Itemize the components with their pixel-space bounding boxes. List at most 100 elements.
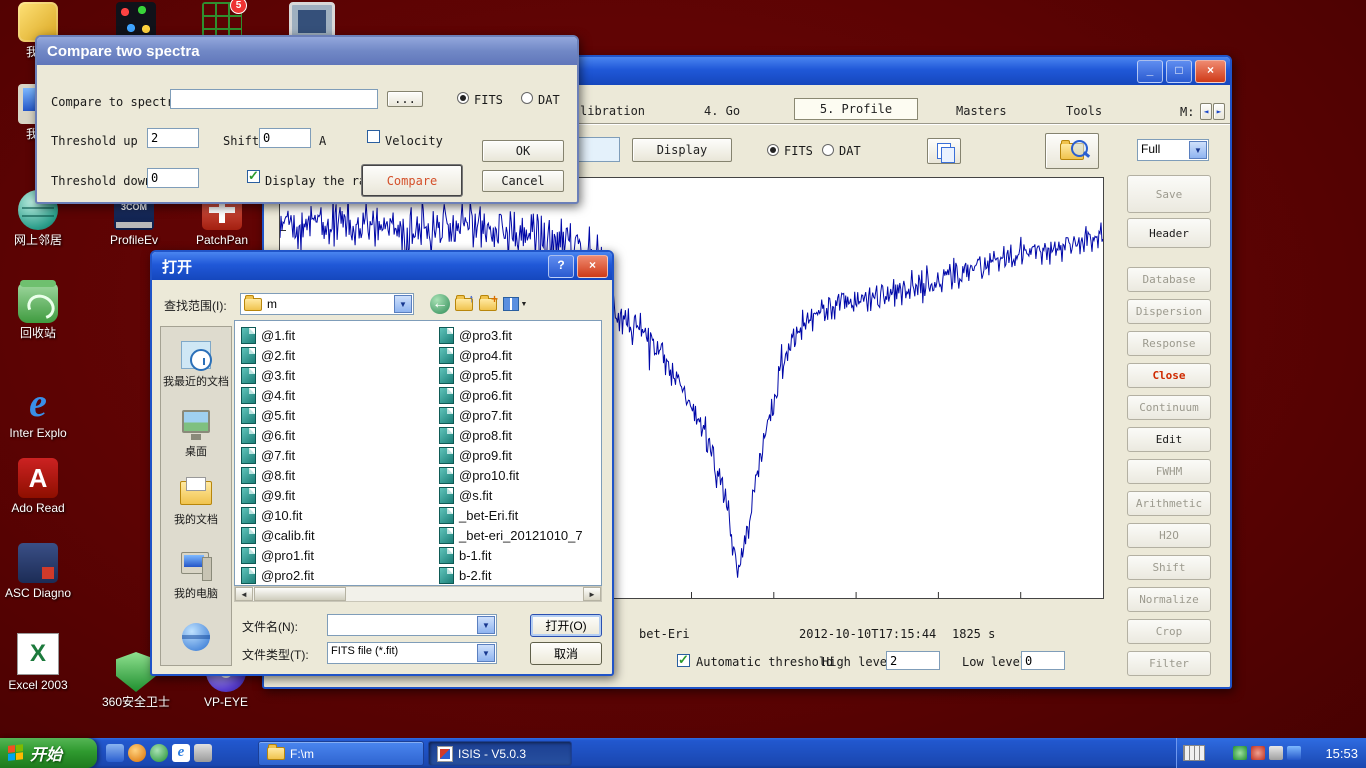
sidebar-button-arithmetic[interactable]: Arithmetic	[1127, 491, 1211, 516]
open-titlebar[interactable]: 打开 ? ×	[152, 252, 612, 280]
maximize-button[interactable]: □	[1166, 60, 1192, 83]
minimize-button[interactable]: _	[1137, 60, 1163, 83]
file-item[interactable]: @7.fit	[239, 445, 433, 465]
compare-dat-radio[interactable]	[521, 92, 533, 104]
file-item[interactable]: @8.fit	[239, 465, 433, 485]
volume-icon[interactable]	[1269, 746, 1283, 760]
sidebar-button-response[interactable]: Response	[1127, 331, 1211, 356]
compare-titlebar[interactable]: Compare two spectra	[37, 37, 577, 65]
sidebar-button-close[interactable]: Close	[1127, 363, 1211, 388]
compare-button[interactable]: Compare	[362, 165, 462, 196]
network-icon[interactable]	[1287, 746, 1301, 760]
tab-masters[interactable]: Masters	[956, 104, 1007, 118]
tray-alert-icon[interactable]	[1251, 746, 1265, 760]
tab-go[interactable]: 4. Go	[704, 104, 740, 118]
open-button[interactable]: 打开(O)	[530, 614, 602, 637]
close-button[interactable]: ×	[1195, 60, 1226, 83]
dialog-cancel-button[interactable]: 取消	[530, 642, 602, 665]
sidebar-button-h2o[interactable]: H2O	[1127, 523, 1211, 548]
file-item[interactable]: _bet-eri_20121010_7	[437, 525, 602, 545]
quicklaunch-launcher-icon[interactable]	[194, 744, 212, 762]
file-item[interactable]: @4.fit	[239, 385, 433, 405]
filetype-select[interactable]: FITS file (*.fit) ▼	[327, 642, 497, 664]
file-item[interactable]: @s.fit	[437, 485, 602, 505]
keyboard-input-icon[interactable]	[1183, 745, 1205, 761]
desktop-icon-recycle-bin[interactable]: 回收站	[2, 283, 74, 340]
sidebar-button-save[interactable]: Save	[1127, 175, 1211, 213]
file-item[interactable]: @10.fit	[239, 505, 433, 525]
chevron-down-icon[interactable]: ▼	[477, 616, 495, 634]
compare-fits-radio[interactable]	[457, 92, 469, 104]
file-item[interactable]: @5.fit	[239, 405, 433, 425]
folder-search-button[interactable]	[1045, 133, 1099, 169]
file-item[interactable]: @1.fit	[239, 325, 433, 345]
compare-to-input[interactable]	[170, 89, 378, 109]
quicklaunch-show-desktop-icon[interactable]	[106, 744, 124, 762]
tab-tools[interactable]: Tools	[1066, 104, 1102, 118]
auto-threshold-checkbox[interactable]	[677, 654, 690, 667]
browse-button[interactable]: ...	[387, 91, 423, 107]
sidebar-button-fwhm[interactable]: FWHM	[1127, 459, 1211, 484]
sidebar-button-filter[interactable]: Filter	[1127, 651, 1211, 676]
high-level-input[interactable]: 2	[886, 651, 940, 670]
chevron-down-icon[interactable]: ▼	[1189, 141, 1207, 159]
velocity-checkbox[interactable]	[367, 130, 380, 143]
scroll-right-icon[interactable]: ►	[583, 587, 601, 601]
file-item[interactable]: @pro1.fit	[239, 545, 433, 565]
quicklaunch-media-icon[interactable]	[128, 744, 146, 762]
m-spin-right-icon[interactable]: ►	[1213, 103, 1225, 120]
file-item[interactable]: @9.fit	[239, 485, 433, 505]
sidebar-button-crop[interactable]: Crop	[1127, 619, 1211, 644]
range-select[interactable]: Full ▼	[1137, 139, 1209, 161]
help-button[interactable]: ?	[548, 255, 574, 278]
file-item[interactable]: @calib.fit	[239, 525, 433, 545]
look-in-select[interactable]: m ▼	[240, 293, 414, 315]
file-item[interactable]: @pro4.fit	[437, 345, 602, 365]
quicklaunch-messenger-icon[interactable]	[150, 744, 168, 762]
file-item[interactable]: @pro10.fit	[437, 465, 602, 485]
threshold-down-input[interactable]: 0	[147, 168, 199, 188]
file-item[interactable]: @pro7.fit	[437, 405, 602, 425]
shift-input[interactable]: 0	[259, 128, 311, 148]
desktop-icon-asc-diagnostics[interactable]: ASC Diagno	[2, 543, 74, 600]
desktop-icon-adobe-reader[interactable]: A Ado Read	[2, 458, 74, 515]
low-level-input[interactable]: 0	[1021, 651, 1065, 670]
desktop-icon-internet-explorer[interactable]: e Inter Explo	[2, 383, 74, 440]
open-close-button[interactable]: ×	[577, 255, 608, 278]
m-spin-left-icon[interactable]: ◄	[1200, 103, 1212, 120]
place-my-computer[interactable]: 我的电脑	[161, 549, 231, 601]
place-recent-documents[interactable]: 我最近的文档	[161, 337, 231, 389]
sidebar-button-continuum[interactable]: Continuum	[1127, 395, 1211, 420]
tab-calibration[interactable]: libration	[580, 104, 645, 118]
filename-input[interactable]: ▼	[327, 614, 497, 636]
file-item[interactable]: _bet-Eri.fit	[437, 505, 602, 525]
view-menu-button[interactable]: ▼	[501, 293, 529, 315]
taskbar-item-folder[interactable]: F:\m	[258, 741, 424, 766]
place-desktop[interactable]: 桌面	[161, 407, 231, 459]
sidebar-button-dispersion[interactable]: Dispersion	[1127, 299, 1211, 324]
file-item[interactable]: @pro5.fit	[437, 365, 602, 385]
tab-profile[interactable]: 5. Profile	[794, 98, 918, 120]
sidebar-button-header[interactable]: Header	[1127, 218, 1211, 248]
chevron-down-icon[interactable]: ▼	[394, 295, 412, 313]
file-item[interactable]: @pro6.fit	[437, 385, 602, 405]
file-item[interactable]: b-2.fit	[437, 565, 602, 585]
display-ratio-checkbox[interactable]	[247, 170, 260, 183]
dat-radio[interactable]	[822, 144, 834, 156]
sidebar-button-database[interactable]: Database	[1127, 267, 1211, 292]
up-folder-button[interactable]: ↑	[453, 293, 475, 315]
desktop-icon-excel[interactable]: Excel 2003	[2, 633, 74, 692]
scroll-left-icon[interactable]: ◄	[235, 587, 253, 601]
sidebar-button-edit[interactable]: Edit	[1127, 427, 1211, 452]
scroll-thumb[interactable]	[254, 587, 346, 601]
sidebar-button-normalize[interactable]: Normalize	[1127, 587, 1211, 612]
new-folder-button[interactable]: +	[477, 293, 499, 315]
sidebar-button-shift[interactable]: Shift	[1127, 555, 1211, 580]
quicklaunch-internet-explorer-icon[interactable]: e	[172, 744, 190, 762]
copy-button[interactable]	[927, 138, 961, 164]
file-item[interactable]: @2.fit	[239, 345, 433, 365]
file-item[interactable]: @pro9.fit	[437, 445, 602, 465]
taskbar-item-isis[interactable]: ISIS - V5.0.3	[428, 741, 572, 766]
file-item[interactable]: @pro2.fit	[239, 565, 433, 585]
chevron-down-icon[interactable]: ▼	[477, 644, 495, 662]
